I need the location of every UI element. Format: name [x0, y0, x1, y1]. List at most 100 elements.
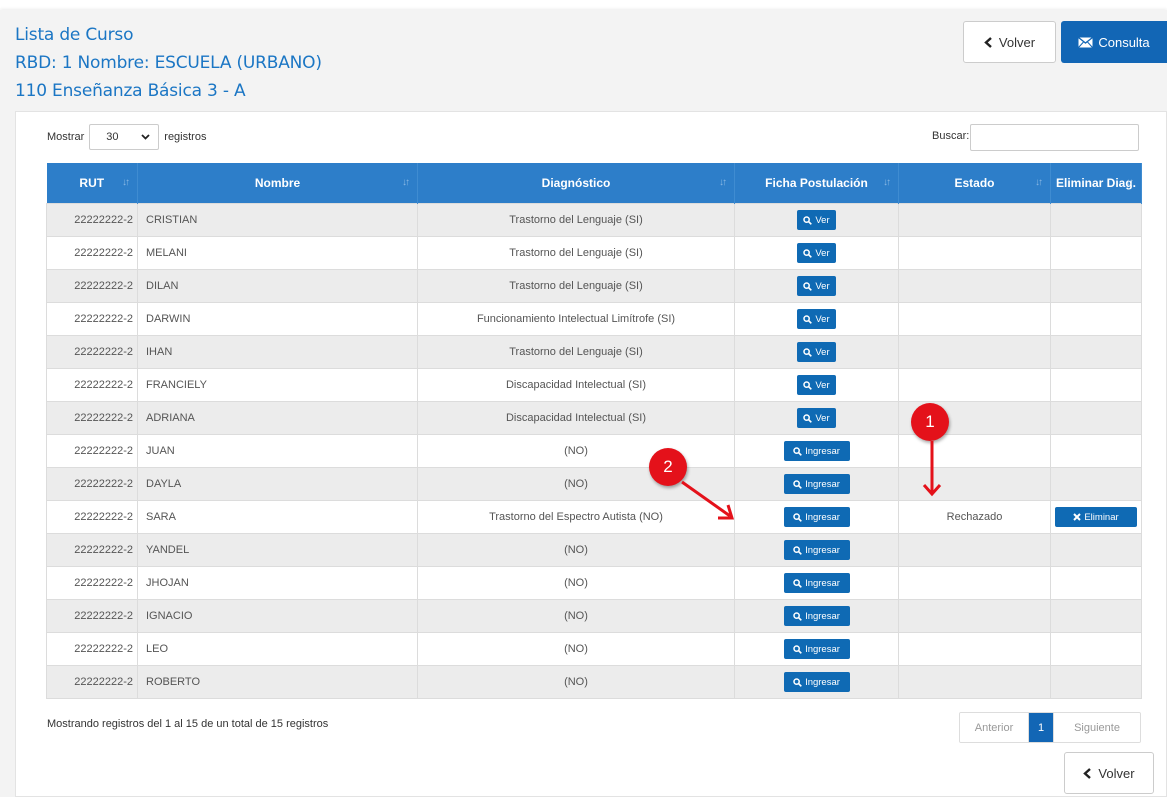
volver-button-top[interactable]: Volver [963, 21, 1056, 63]
pagination: Anterior 1 Siguiente [959, 712, 1141, 743]
sort-icon: ↓↑ [402, 177, 410, 188]
sort-icon: ↓↑ [1035, 177, 1043, 188]
ingresar-button[interactable]: Ingresar [783, 606, 850, 626]
cell-eliminar [1050, 236, 1142, 270]
cell-diagnostico: (NO) [417, 632, 735, 666]
chevron-left-icon [1083, 767, 1092, 779]
close-icon [1073, 513, 1082, 521]
students-table: RUT ↓↑ Nombre ↓↑ Diagnóstico ↓↑ Ficha Postulac… [46, 163, 1142, 699]
cell-nombre: CRISTIAN [137, 203, 418, 237]
eliminar-button[interactable]: Eliminar [1055, 507, 1137, 527]
page-title: Lista de Curso [15, 25, 134, 45]
search-input[interactable] [970, 124, 1139, 151]
mostrar-label: Mostrar [47, 131, 85, 143]
pagination-prev[interactable]: Anterior [960, 713, 1029, 742]
ver-button[interactable]: Ver [797, 375, 836, 395]
cell-rut: 22222222-2 [46, 632, 138, 666]
cell-ficha: Ingresar [734, 434, 899, 468]
column-header-eliminar[interactable]: Eliminar Diag. ↓↑ [1050, 163, 1142, 204]
button-label: Ver [815, 247, 830, 259]
consulta-button[interactable]: Consulta [1061, 21, 1167, 63]
cell-rut: 22222222-2 [46, 401, 138, 435]
cell-diagnostico: (NO) [417, 665, 735, 699]
ver-button[interactable]: Ver [797, 210, 836, 230]
column-header-label: Ficha Postulación [765, 176, 868, 190]
ingresar-button[interactable]: Ingresar [783, 474, 850, 494]
table-row: 22222222-2 ADRIANA Discapacidad Intelectua… [46, 401, 1142, 435]
cell-rut: 22222222-2 [46, 434, 138, 468]
cell-eliminar [1050, 599, 1142, 633]
cell-diagnostico: (NO) [417, 533, 735, 567]
ingresar-button[interactable]: Ingresar [783, 639, 850, 659]
cell-eliminar [1050, 566, 1142, 600]
annotation-marker-1: 1 [911, 403, 949, 441]
column-header-label: Diagnóstico [541, 176, 611, 190]
pagination-next[interactable]: Siguiente [1053, 713, 1140, 742]
arrow-down-right-icon [681, 480, 735, 520]
cell-estado [898, 269, 1051, 303]
volver-label: Volver [1098, 765, 1135, 781]
button-label: Ingresar [805, 676, 840, 688]
ver-button[interactable]: Ver [797, 309, 836, 329]
button-label: Ver [815, 280, 830, 292]
search-icon [803, 314, 813, 324]
button-label: Ingresar [805, 544, 840, 556]
search-icon [803, 281, 813, 291]
cell-estado: Rechazado [898, 500, 1051, 534]
cell-rut: 22222222-2 [46, 203, 138, 237]
consulta-label: Consulta [1098, 34, 1150, 50]
table-row: 22222222-2 IHAN Trastorno del Lenguaje (SI… [46, 335, 1142, 369]
ingresar-button[interactable]: Ingresar [783, 672, 850, 692]
cell-nombre: FRANCIELY [137, 368, 418, 402]
ingresar-button[interactable]: Ingresar [783, 507, 850, 527]
column-header-nombre[interactable]: Nombre ↓↑ [137, 163, 418, 204]
sort-icon: ↓↑ [1126, 177, 1134, 188]
button-label: Ingresar [805, 610, 840, 622]
cell-rut: 22222222-2 [46, 269, 138, 303]
column-header-estado[interactable]: Estado ↓↑ [898, 163, 1051, 204]
cell-ficha: Ingresar [734, 632, 899, 666]
ver-button[interactable]: Ver [797, 408, 836, 428]
column-header-label: Estado [954, 176, 995, 190]
button-label: Ver [815, 412, 830, 424]
page-size-select[interactable]: 30 [89, 124, 160, 150]
buscar-label: Buscar: [932, 130, 970, 142]
ingresar-button[interactable]: Ingresar [783, 441, 850, 461]
cell-nombre: ROBERTO [137, 665, 418, 699]
cell-ficha: Ingresar [734, 599, 899, 633]
column-header-diagnostico[interactable]: Diagnóstico ↓↑ [417, 163, 735, 204]
cell-eliminar [1050, 665, 1142, 699]
cell-diagnostico: Trastorno del Lenguaje (SI) [417, 335, 735, 369]
ingresar-button[interactable]: Ingresar [783, 540, 850, 560]
cell-eliminar [1050, 203, 1142, 237]
cell-ficha: Ver [734, 269, 899, 303]
ver-button[interactable]: Ver [797, 342, 836, 362]
table-row: 22222222-2 IGNACIO (NO) Ingresar [46, 599, 1142, 633]
school-info: RBD: 1 Nombre: ESCUELA (URBANO) [15, 53, 322, 73]
search-icon [793, 446, 802, 456]
cell-diagnostico: (NO) [417, 434, 735, 468]
cell-rut: 22222222-2 [46, 467, 138, 501]
envelope-icon [1078, 36, 1094, 48]
page-size-control: Mostrar 30 registros [47, 124, 206, 150]
pagination-page-1[interactable]: 1 [1029, 713, 1053, 742]
volver-button-bottom[interactable]: Volver [1064, 752, 1154, 794]
cell-estado [898, 566, 1051, 600]
cell-diagnostico: (NO) [417, 566, 735, 600]
cell-ficha: Ingresar [734, 467, 899, 501]
sort-icon: ↓↑ [883, 177, 891, 188]
table-row: 22222222-2 YANDEL (NO) Ingresar [46, 533, 1142, 567]
button-label: Ingresar [805, 511, 840, 523]
search-icon [803, 413, 813, 423]
table-row: 22222222-2 DILAN Trastorno del Lenguaje (S… [46, 269, 1142, 303]
button-label: Ingresar [805, 577, 840, 589]
cell-eliminar [1050, 467, 1142, 501]
cell-estado [898, 599, 1051, 633]
column-header-rut[interactable]: RUT ↓↑ [46, 163, 138, 204]
ver-button[interactable]: Ver [797, 243, 836, 263]
ver-button[interactable]: Ver [797, 276, 836, 296]
column-header-ficha[interactable]: Ficha Postulación ↓↑ [734, 163, 899, 204]
table-row: 22222222-2 DAYLA (NO) Ingresar [46, 467, 1142, 501]
ingresar-button[interactable]: Ingresar [783, 573, 850, 593]
cell-nombre: DARWIN [137, 302, 418, 336]
